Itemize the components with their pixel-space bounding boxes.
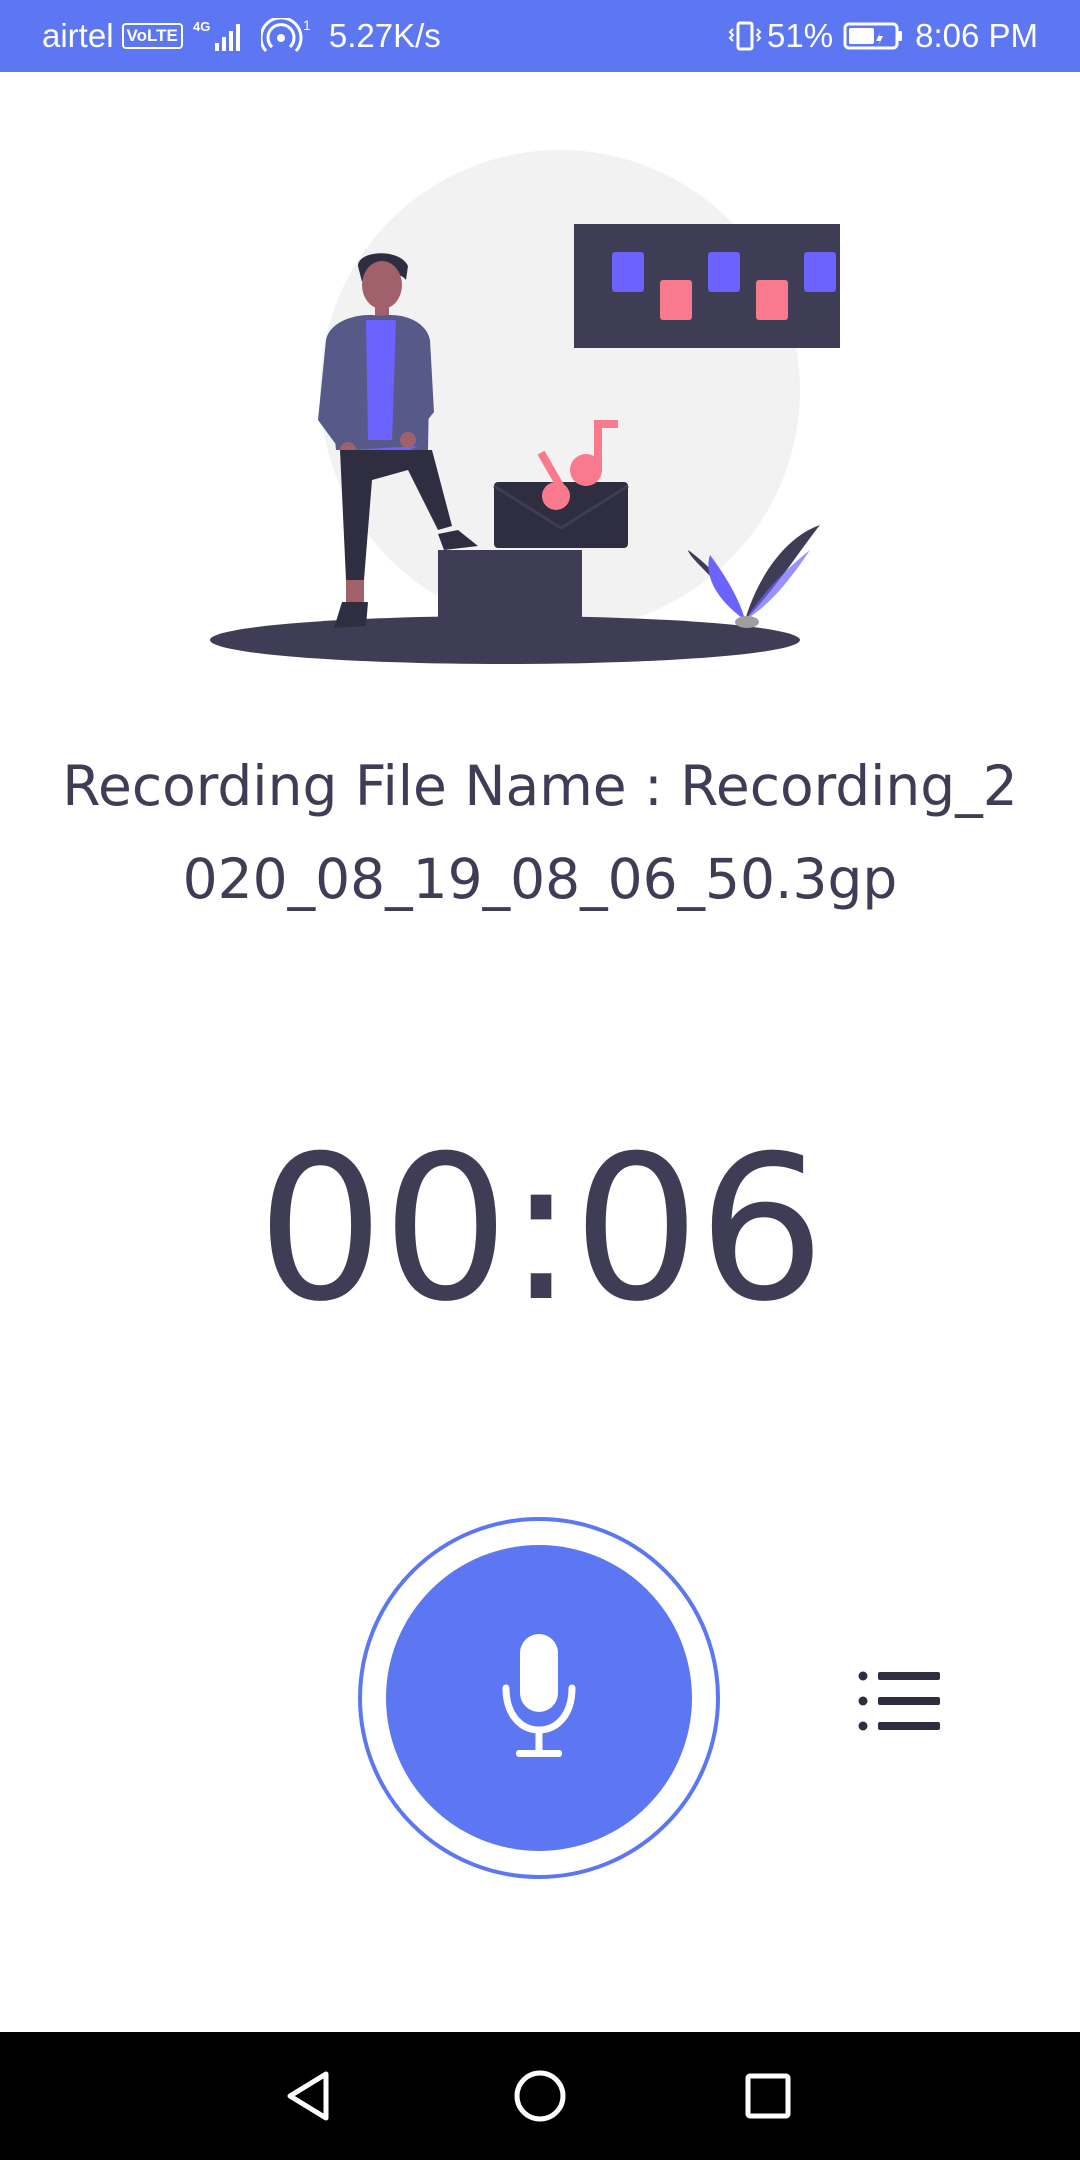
network-speed: 5.27K/s <box>328 17 441 54</box>
illustration-graphic <box>210 150 872 664</box>
signal-icon: 4G <box>193 19 247 53</box>
status-left: airtel VoLTE 4G 1 5.27K/s <box>42 0 441 72</box>
nav-home-button[interactable] <box>504 2060 576 2132</box>
triangle-back-icon <box>272 2071 344 2136</box>
carrier-name: airtel <box>42 17 114 54</box>
record-button[interactable] <box>358 1517 720 1879</box>
navigation-bar <box>0 2032 1080 2160</box>
screen: airtel VoLTE 4G 1 5.27K/s 51% 8:06 PM Re… <box>0 0 1080 2160</box>
recording-file-name: Recording File Name : Recording_2020_08_… <box>62 754 1018 911</box>
status-bar: airtel VoLTE 4G 1 5.27K/s 51% 8:06 PM <box>0 0 1080 72</box>
circle-home-icon <box>504 2070 576 2136</box>
recordings-list-button[interactable] <box>856 1668 946 1734</box>
vibrate-icon <box>727 18 763 54</box>
volte-badge: VoLTE <box>121 23 183 49</box>
clock: 8:06 PM <box>915 17 1038 54</box>
hotspot-icon: 1 <box>260 18 315 54</box>
svg-text:1: 1 <box>303 18 311 33</box>
microphone-icon <box>494 1626 584 1771</box>
nav-recents-button[interactable] <box>732 2060 804 2132</box>
status-right: 51% 8:06 PM <box>727 0 1038 72</box>
square-recents-icon <box>732 2073 804 2136</box>
battery-percent: 51% <box>767 17 834 54</box>
nav-back-button[interactable] <box>272 2060 344 2132</box>
recording-illustration <box>200 150 872 670</box>
svg-text:4G: 4G <box>193 19 210 34</box>
battery-icon <box>843 19 905 53</box>
record-button-inner[interactable] <box>386 1545 692 1851</box>
recording-timer: 00:06 <box>256 1113 825 1346</box>
list-icon <box>856 1671 946 1738</box>
